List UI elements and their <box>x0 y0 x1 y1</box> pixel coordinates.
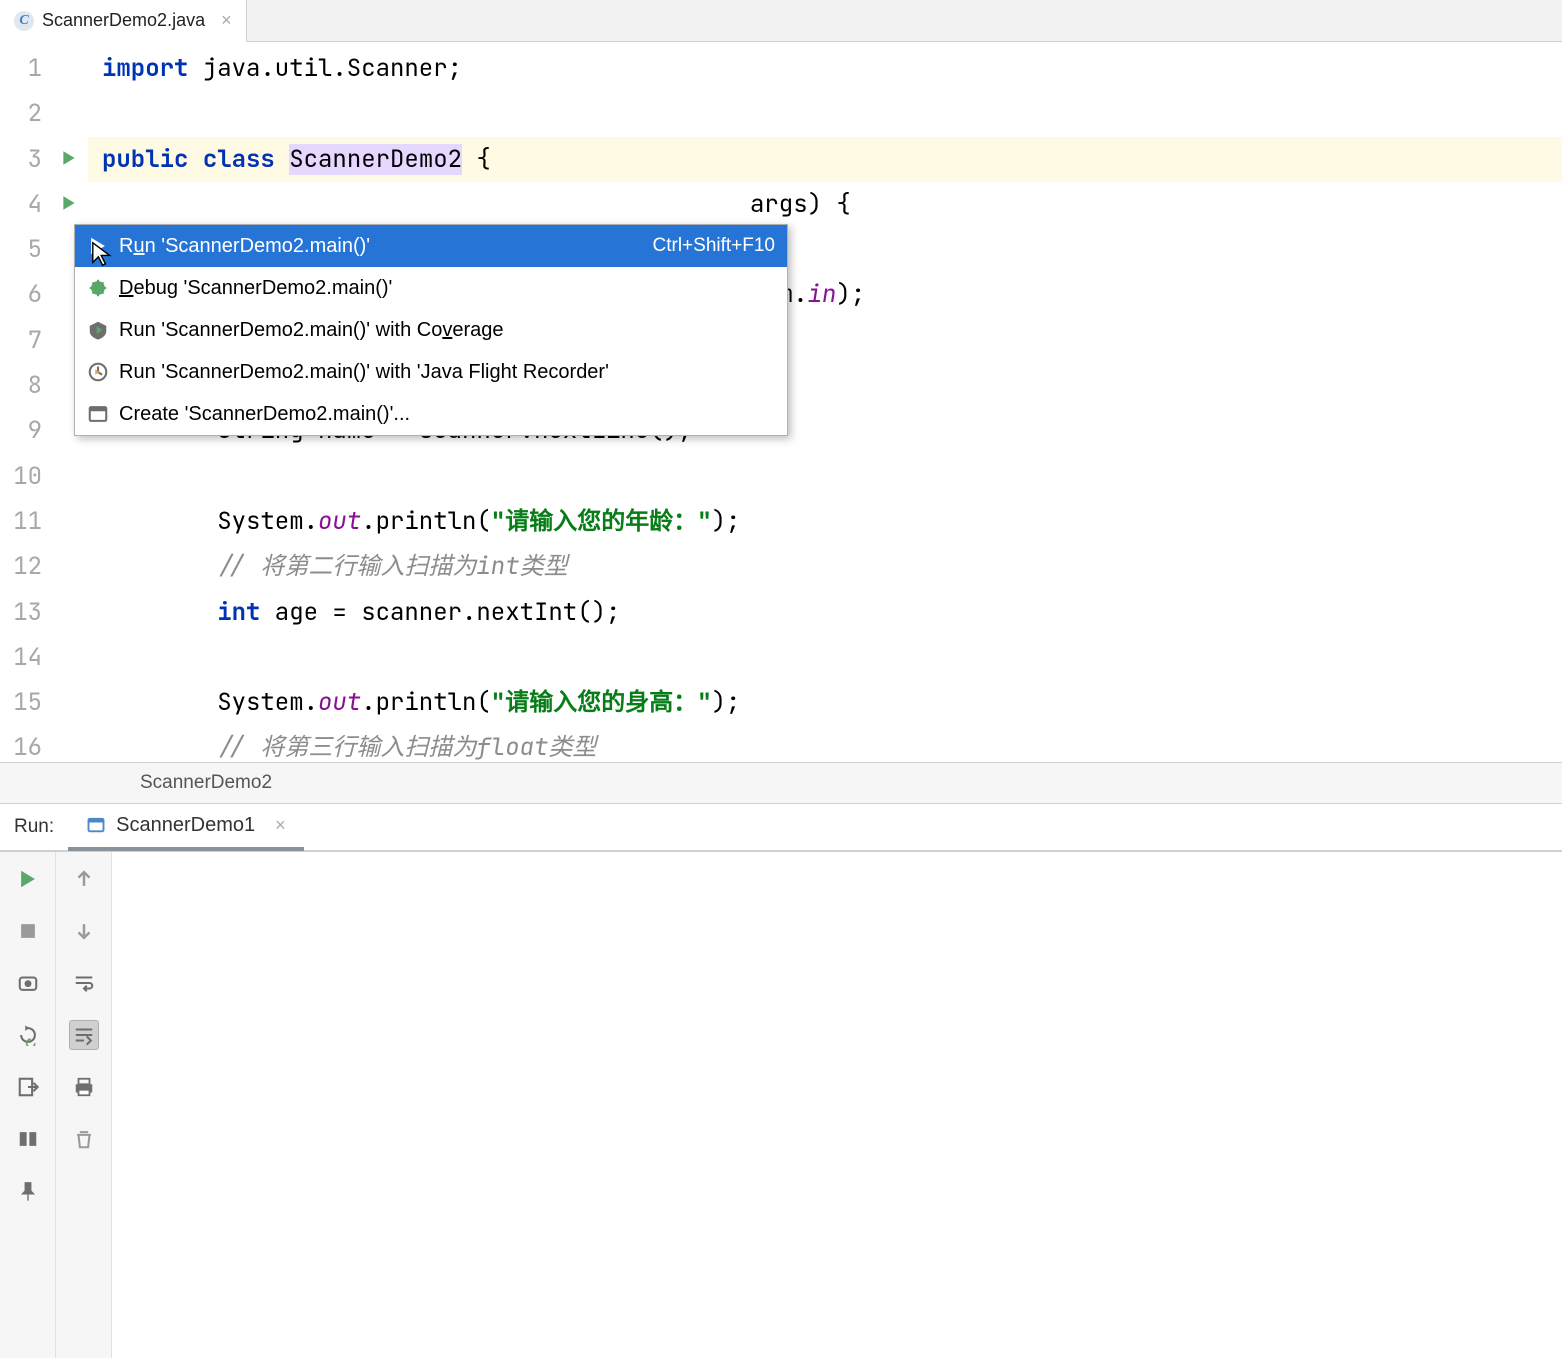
line-number: 8 <box>0 363 50 408</box>
editor-tab-bar: C ScannerDemo2.java × <box>0 0 1562 42</box>
dump-threads-button[interactable] <box>13 968 43 998</box>
code-line: // 将第二行输入扫描为int类型 <box>88 544 1562 589</box>
menu-item-run[interactable]: Run 'ScannerDemo2.main()' Ctrl+Shift+F10 <box>75 225 787 267</box>
line-number: 14 <box>0 635 50 680</box>
menu-label: Run 'ScannerDemo2.main()' with Coverage <box>119 319 775 342</box>
line-number: 4 <box>0 182 50 227</box>
run-toolbar-primary <box>0 852 56 1358</box>
code-line: import java.util.Scanner; <box>88 46 1562 91</box>
menu-item-debug[interactable]: Debug 'ScannerDemo2.main()' <box>75 267 787 309</box>
line-number: 11 <box>0 499 50 544</box>
profiler-icon <box>87 361 109 383</box>
soft-wrap-button[interactable] <box>69 968 99 998</box>
run-panel-label: Run: <box>0 816 68 838</box>
line-number-gutter: 1 2 3 4 5 6 7 8 9 10 11 12 13 14 15 16 <box>0 42 50 762</box>
run-gutter-icon[interactable] <box>60 194 78 215</box>
code-line: public class ScannerDemo2 { <box>88 137 1562 182</box>
run-tab[interactable]: ScannerDemo1 × <box>68 803 303 851</box>
line-number: 2 <box>0 91 50 136</box>
stop-button[interactable] <box>13 916 43 946</box>
run-header: Run: ScannerDemo1 × <box>0 804 1562 852</box>
exit-button[interactable] <box>13 1072 43 1102</box>
menu-item-jfr[interactable]: Run 'ScannerDemo2.main()' with 'Java Fli… <box>75 351 787 393</box>
close-icon[interactable]: × <box>221 10 232 31</box>
line-number: 7 <box>0 318 50 363</box>
clear-button[interactable] <box>69 1124 99 1154</box>
menu-shortcut: Ctrl+Shift+F10 <box>653 235 776 257</box>
run-tab-label: ScannerDemo1 <box>116 814 255 837</box>
console-output[interactable] <box>112 852 1562 1358</box>
code-line: int age = scanner.nextInt(); <box>88 590 1562 635</box>
run-toolbar-secondary <box>56 852 112 1358</box>
code-line <box>88 91 1562 136</box>
line-number: 5 <box>0 227 50 272</box>
restart-button[interactable] <box>13 1020 43 1050</box>
run-gutter-icon[interactable] <box>60 149 78 170</box>
line-number: 16 <box>0 725 50 770</box>
line-number: 15 <box>0 680 50 725</box>
menu-item-create[interactable]: Create 'ScannerDemo2.main()'... <box>75 393 787 435</box>
menu-label: Run 'ScannerDemo2.main()' with 'Java Fli… <box>119 361 775 384</box>
code-editor[interactable]: 1 2 3 4 5 6 7 8 9 10 11 12 13 14 15 16 <box>0 42 1562 762</box>
close-icon[interactable]: × <box>275 815 286 836</box>
breadcrumb-item[interactable]: ScannerDemo2 <box>140 772 272 794</box>
line-number: 10 <box>0 454 50 499</box>
java-class-icon: C <box>14 11 34 31</box>
line-number: 1 <box>0 46 50 91</box>
run-context-menu: Run 'ScannerDemo2.main()' Ctrl+Shift+F10… <box>74 224 788 436</box>
menu-item-coverage[interactable]: Run 'ScannerDemo2.main()' with Coverage <box>75 309 787 351</box>
scroll-to-end-button[interactable] <box>69 1020 99 1050</box>
create-config-icon <box>87 403 109 425</box>
coverage-icon <box>87 319 109 341</box>
line-number: 9 <box>0 408 50 453</box>
print-button[interactable] <box>69 1072 99 1102</box>
rerun-button[interactable] <box>13 864 43 894</box>
code-line: // 将第三行输入扫描为float类型 <box>88 725 1562 770</box>
code-line: System.out.println("请输入您的年龄："); <box>88 499 1562 544</box>
layout-button[interactable] <box>13 1124 43 1154</box>
tab-filename: ScannerDemo2.java <box>42 10 205 31</box>
code-line: args) { <box>88 182 1562 227</box>
scroll-down-button[interactable] <box>69 916 99 946</box>
pin-button[interactable] <box>13 1176 43 1206</box>
code-line: System.out.println("请输入您的身高："); <box>88 680 1562 725</box>
run-icon <box>87 235 109 257</box>
line-number: 13 <box>0 590 50 635</box>
code-line <box>88 635 1562 680</box>
line-number: 3 <box>0 137 50 182</box>
run-tool-window: Run: ScannerDemo1 × <box>0 804 1562 1358</box>
editor-tab[interactable]: C ScannerDemo2.java × <box>0 0 247 42</box>
debug-icon <box>87 277 109 299</box>
line-number: 6 <box>0 272 50 317</box>
menu-label: Run 'ScannerDemo2.main()' <box>119 235 643 258</box>
menu-label: Create 'ScannerDemo2.main()'... <box>119 403 775 426</box>
scroll-up-button[interactable] <box>69 864 99 894</box>
application-icon <box>86 815 106 835</box>
line-number: 12 <box>0 544 50 589</box>
code-line <box>88 454 1562 499</box>
menu-label: Debug 'ScannerDemo2.main()' <box>119 277 775 300</box>
